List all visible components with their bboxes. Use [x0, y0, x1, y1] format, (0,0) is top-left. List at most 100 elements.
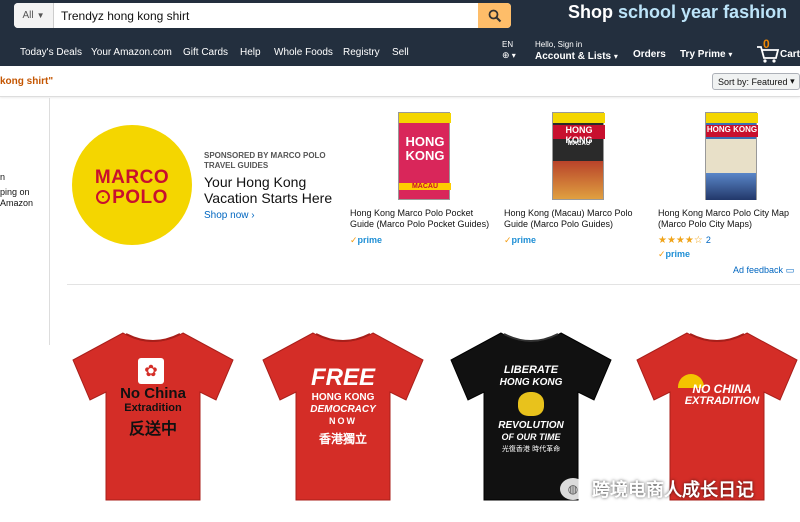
- account-lists-menu[interactable]: Hello, Sign in Account & Lists ▾: [535, 39, 618, 63]
- left-panel-text: n: [0, 172, 6, 182]
- book-cover-title: HONG KONG: [553, 125, 605, 145]
- ad-feedback-link[interactable]: Ad feedback ▭: [733, 265, 794, 276]
- chevron-down-icon: ▾: [790, 76, 795, 86]
- section-divider: [67, 284, 800, 285]
- left-panel-text[interactable]: Amazon: [0, 198, 33, 208]
- account-greeting: Hello, Sign in: [535, 40, 583, 49]
- results-query-text: kong shirt": [0, 76, 54, 87]
- sponsored-label: SPONSORED BY MARCO POLO TRAVEL GUIDES: [204, 151, 326, 170]
- search-button[interactable]: [478, 3, 511, 28]
- search-department-dropdown[interactable]: All ▼: [14, 3, 54, 28]
- book-cover-title: HONG KONG: [405, 134, 445, 163]
- product-shirt-image[interactable]: ✿ No China Extradition 反送中: [68, 328, 238, 503]
- check-icon: ✓: [504, 235, 512, 245]
- results-bar: kong shirt": [0, 66, 800, 97]
- gas-mask-icon: [518, 392, 544, 416]
- prime-badge: ✓prime: [504, 235, 537, 245]
- product-rating[interactable]: ★★★★☆ 2: [658, 235, 711, 246]
- left-panel-text: ping on: [0, 187, 30, 197]
- shirt-text: No China: [120, 385, 186, 402]
- chevron-down-icon: ▾: [728, 50, 733, 59]
- language-selector[interactable]: EN ⊕ ▾: [502, 39, 516, 61]
- wechat-icon: ◍: [560, 478, 586, 500]
- header-bar: All ▼ Shop school year fashion: [0, 0, 800, 38]
- cart-label: Cart: [780, 49, 800, 60]
- book-cover-subtitle: MACAU: [567, 141, 591, 147]
- product-title[interactable]: Hong Kong Marco Polo Pocket Guide (Marco…: [350, 208, 498, 230]
- chevron-down-icon: ▼: [36, 11, 45, 20]
- book-brand-strip: [553, 113, 605, 123]
- search-bar: All ▼: [14, 3, 511, 28]
- nav-links-bar: Today's Deals Your Amazon.com Gift Cards…: [0, 37, 800, 66]
- orders-link[interactable]: Orders: [633, 49, 666, 60]
- shop-now-link[interactable]: Shop now ›: [204, 210, 255, 221]
- left-filter-panel: n ping on Amazon: [0, 98, 50, 345]
- try-prime-label: Try Prime: [680, 49, 726, 60]
- book-brand-strip: [706, 113, 758, 123]
- shirt-text: LIBERATE: [503, 364, 559, 376]
- feedback-icon: ▭: [785, 265, 795, 275]
- search-department-label: All: [22, 10, 34, 21]
- search-input[interactable]: [54, 3, 478, 28]
- book-cover-map: [706, 139, 756, 173]
- shirt-text: NO CHINA: [692, 382, 752, 396]
- book-cover-photo: [553, 161, 603, 199]
- language-code: EN: [502, 40, 514, 49]
- check-icon: ✓: [350, 235, 358, 245]
- cart-button[interactable]: 0 Cart: [754, 37, 800, 66]
- watermark-text: 跨境电商人成长日记: [592, 480, 754, 501]
- sort-value: Featured: [751, 76, 788, 87]
- chevron-down-icon: ▾: [511, 51, 516, 60]
- book-cover-photo: [706, 173, 756, 200]
- product-image[interactable]: HONG KONG MACAU: [552, 112, 605, 200]
- nav-link-help[interactable]: Help: [240, 47, 261, 58]
- product-title[interactable]: Hong Kong Marco Polo City Map (Marco Pol…: [658, 208, 800, 230]
- shirt-text: HONG KONG: [499, 377, 563, 388]
- product-image[interactable]: HONG KONG MACAU: [398, 112, 451, 200]
- shirt-text: NOW: [329, 416, 357, 426]
- star-rating-icon: ★★★★☆: [658, 235, 703, 246]
- compass-icon: [96, 190, 111, 204]
- nav-link-your-amazon[interactable]: Your Amazon.com: [91, 47, 172, 58]
- sort-dropdown[interactable]: Sort by: Featured ▾: [712, 73, 800, 90]
- nav-link-whole-foods[interactable]: Whole Foods: [274, 47, 333, 58]
- nav-link-registry[interactable]: Registry: [343, 47, 380, 58]
- shirt-text: REVOLUTION: [498, 420, 564, 431]
- shirt-text: 反送中: [128, 419, 177, 438]
- chevron-down-icon: ▾: [613, 52, 618, 61]
- nav-link-todays-deals[interactable]: Today's Deals: [20, 47, 82, 58]
- prime-badge: ✓prime: [350, 235, 383, 245]
- shirt-text: HONG KONG: [311, 392, 375, 403]
- product-image[interactable]: HONG KONG: [705, 112, 758, 200]
- bauhinia-flag-icon: ✿: [138, 358, 164, 384]
- cart-count: 0: [763, 37, 770, 51]
- product-shirt-image[interactable]: FREE HONG KONG DEMOCRACY NOW 香港獨立: [258, 328, 428, 503]
- shirt-text: Extradition: [124, 402, 182, 414]
- watermark: ◍ 跨境电商人成长日记: [560, 476, 754, 502]
- book-cover-title: HONG KONG: [706, 125, 758, 137]
- shirt-text: 光復香港 時代革命: [501, 445, 561, 453]
- marco-polo-logo[interactable]: MARCO POLO: [72, 125, 192, 245]
- promo-text-shop: Shop: [568, 2, 613, 22]
- try-prime-menu[interactable]: Try Prime ▾: [680, 49, 732, 60]
- book-cover-subtitle: MACAU: [399, 183, 451, 190]
- prime-badge: ✓prime: [658, 249, 691, 259]
- sponsored-headline[interactable]: Your Hong Kong Vacation Starts Here: [204, 174, 344, 206]
- shirt-text: 香港獨立: [318, 432, 367, 446]
- nav-link-sell[interactable]: Sell: [392, 47, 409, 58]
- nav-link-gift-cards[interactable]: Gift Cards: [183, 47, 228, 58]
- promo-text-fashion: school year fashion: [618, 2, 788, 22]
- shirt-text: OF OUR TIME: [501, 432, 561, 442]
- logo-text-line1: MARCO: [94, 167, 170, 188]
- product-title[interactable]: Hong Kong (Macau) Marco Polo Guide (Marc…: [504, 208, 652, 230]
- globe-icon: ⊕: [502, 50, 510, 60]
- search-icon: [488, 9, 501, 22]
- logo-text-line2: POLO: [112, 187, 168, 208]
- shirt-text: FREE: [310, 364, 375, 391]
- book-brand-strip: [399, 113, 451, 123]
- check-icon: ✓: [658, 249, 666, 259]
- sort-label: Sort by:: [718, 76, 750, 87]
- shirt-text: DEMOCRACY: [310, 404, 376, 415]
- promo-banner[interactable]: Shop school year fashion: [568, 2, 787, 23]
- rating-count: 2: [705, 235, 711, 245]
